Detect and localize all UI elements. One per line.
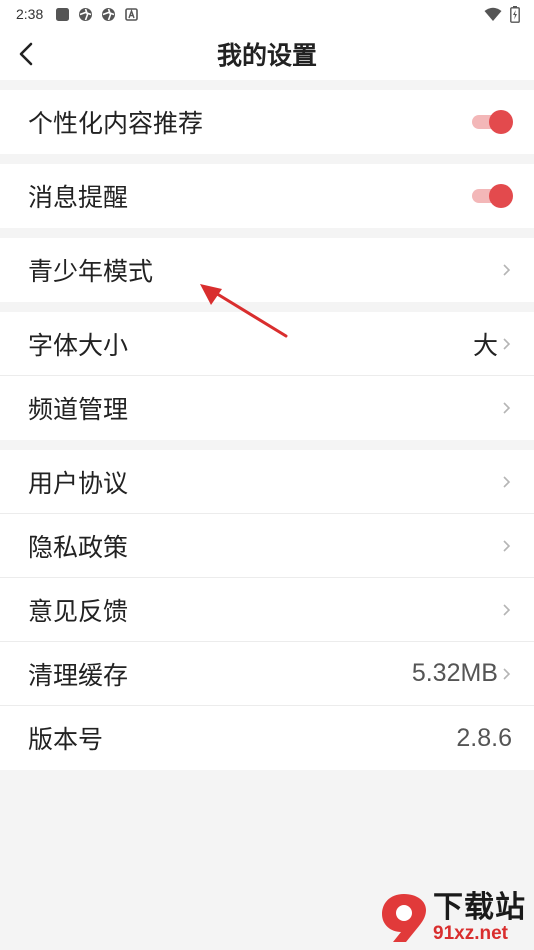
- chevron-right-icon: [503, 402, 511, 414]
- settings-row-right: [500, 602, 512, 618]
- chevron-right-icon: [503, 337, 511, 350]
- status-bar: 2:38: [0, 0, 534, 28]
- settings-group: 字体大小 大频道管理: [0, 312, 534, 440]
- settings-row-label: 版本号: [28, 725, 104, 754]
- settings-row-right: 大: [473, 326, 512, 362]
- chevron-right-icon: [503, 264, 511, 276]
- settings-row-label: 用户协议: [28, 468, 129, 498]
- page-title: 我的设置: [216, 41, 317, 70]
- settings-row-right: [500, 474, 512, 490]
- settings-row-right: [500, 400, 512, 416]
- settings-row-right: [500, 538, 512, 554]
- chevron-left-icon[interactable]: [14, 40, 40, 68]
- settings-row-label: 消息提醒: [28, 183, 129, 212]
- settings-group: 个性化内容推荐: [0, 90, 534, 154]
- settings-row-label: 字体大小: [28, 330, 129, 360]
- battery-icon: [510, 5, 520, 23]
- settings-row-right: [500, 262, 512, 278]
- toggle-knob: [489, 184, 513, 208]
- settings-row[interactable]: 个性化内容推荐: [0, 90, 534, 154]
- aperture-icon: [102, 7, 116, 21]
- watermark: 下载站 91xz.net: [379, 892, 526, 944]
- settings-row-right: 2.8.6: [456, 724, 512, 753]
- settings-group: 用户协议隐私政策意见反馈清理缓存 5.32MB 版本号 2.8.6: [0, 450, 534, 770]
- watermark-text-en: 91xz.net: [433, 923, 508, 944]
- settings-row-label: 意见反馈: [28, 596, 129, 626]
- aperture-icon: [79, 7, 93, 21]
- chevron-right-icon: [503, 539, 511, 552]
- settings-group: 消息提醒: [0, 164, 534, 228]
- a-badge-icon: [125, 7, 139, 21]
- settings-row-label: 隐私政策: [28, 532, 129, 562]
- wifi-icon: [484, 7, 502, 21]
- title-bar: 我的设置: [0, 28, 534, 80]
- toggle-switch[interactable]: [472, 183, 513, 209]
- settings-group: 青少年模式: [0, 238, 534, 302]
- settings-row-value: 大: [472, 330, 498, 360]
- chevron-right-icon: [503, 475, 511, 488]
- settings-row-label: 青少年模式: [28, 257, 154, 286]
- toggle-knob: [489, 110, 513, 134]
- settings-row: 版本号 2.8.6: [0, 706, 534, 770]
- watermark-logo-icon: [382, 894, 426, 942]
- settings-row-right: 5.32MB: [412, 659, 512, 688]
- settings-row[interactable]: 消息提醒: [0, 164, 534, 228]
- settings-row[interactable]: 青少年模式: [0, 238, 534, 302]
- status-time: 2:38: [16, 6, 44, 22]
- settings-row-value: 5.32MB: [411, 659, 498, 687]
- settings-row[interactable]: 意见反馈: [0, 578, 534, 642]
- settings-row[interactable]: 清理缓存 5.32MB: [0, 642, 534, 706]
- settings-row[interactable]: 隐私政策: [0, 514, 534, 578]
- settings-row-label: 个性化内容推荐: [28, 109, 204, 138]
- settings-row-label: 频道管理: [28, 395, 129, 424]
- settings-list: 个性化内容推荐 消息提醒青少年模式字体大小 大频道管理用户协议隐私政策意见反馈清理缓…: [0, 90, 534, 770]
- settings-row-value: 2.8.6: [456, 723, 512, 752]
- chevron-right-icon: [503, 603, 511, 616]
- settings-row[interactable]: 频道管理: [0, 376, 534, 440]
- settings-row-right: [472, 109, 513, 135]
- toggle-switch[interactable]: [472, 109, 513, 135]
- watermark-text-cn: 下载站: [433, 890, 526, 925]
- chevron-right-icon: [503, 667, 511, 680]
- settings-row-right: [472, 183, 513, 209]
- settings-row-label: 清理缓存: [28, 660, 129, 690]
- settings-row[interactable]: 字体大小 大: [0, 312, 534, 376]
- settings-row[interactable]: 用户协议: [0, 450, 534, 514]
- app-square-icon: [56, 7, 70, 21]
